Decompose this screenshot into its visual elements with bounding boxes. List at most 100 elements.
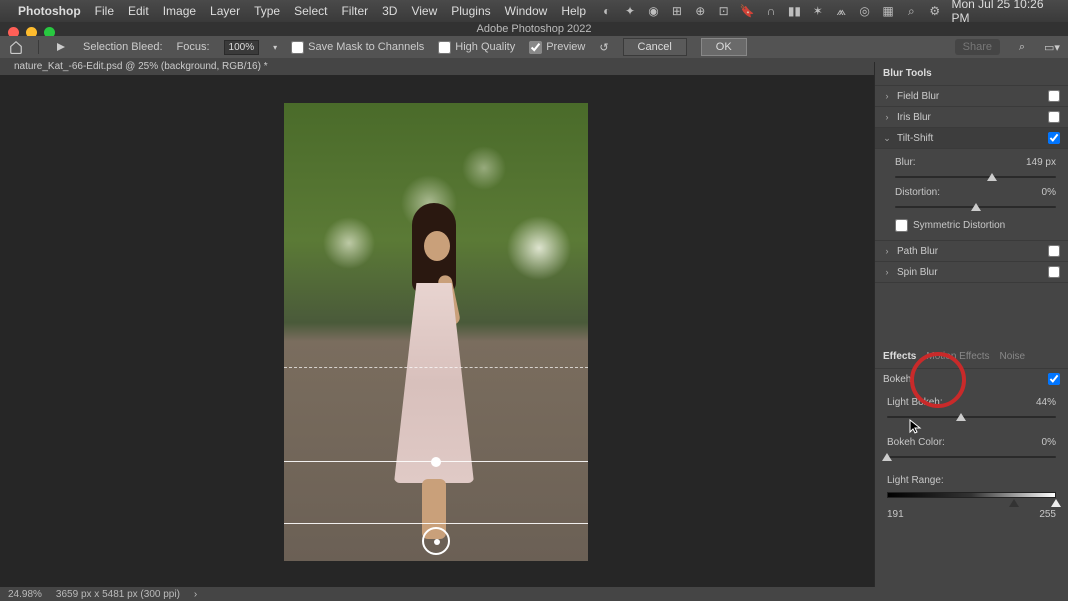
- path-blur-checkbox[interactable]: [1048, 245, 1060, 257]
- tiltshift-pin[interactable]: [422, 527, 450, 555]
- menubar-extra-icon[interactable]: ⊕: [694, 4, 707, 18]
- iris-blur-header[interactable]: › Iris Blur: [875, 107, 1068, 128]
- app-name[interactable]: Photoshop: [18, 4, 81, 18]
- light-bokeh-value[interactable]: 44%: [1036, 397, 1056, 408]
- ok-button[interactable]: OK: [701, 38, 747, 56]
- field-blur-label: Field Blur: [897, 91, 939, 102]
- path-blur-label: Path Blur: [897, 246, 938, 257]
- menubar-extra-icon[interactable]: ◎: [858, 4, 871, 18]
- menubar-extra-icon[interactable]: ⊡: [717, 4, 730, 18]
- menubar-extra-icon[interactable]: ✦: [623, 4, 636, 18]
- wifi-icon[interactable]: ⩕: [835, 4, 848, 18]
- range-max-value[interactable]: 255: [1039, 509, 1056, 520]
- tiltshift-feather-line[interactable]: [284, 367, 588, 368]
- blur-tools-title: Blur Tools: [875, 62, 1068, 86]
- spin-blur-checkbox[interactable]: [1048, 266, 1060, 278]
- tab-motion-effects[interactable]: Motion Effects: [926, 351, 989, 362]
- focus-dropdown-icon[interactable]: ▾: [273, 43, 277, 52]
- menubar-extra-icon[interactable]: ▮▮: [788, 4, 801, 18]
- menu-select[interactable]: Select: [294, 4, 327, 18]
- workspace-icon[interactable]: ▭▾: [1044, 39, 1060, 55]
- search-icon[interactable]: ⌕: [905, 4, 918, 18]
- bokeh-color-value[interactable]: 0%: [1042, 437, 1056, 448]
- document-dimensions: 3659 px x 5481 px (300 ppi): [56, 589, 180, 600]
- zoom-level[interactable]: 24.98%: [8, 589, 42, 600]
- blur-value[interactable]: 149 px: [1026, 157, 1056, 168]
- menu-filter[interactable]: Filter: [341, 4, 368, 18]
- menu-type[interactable]: Type: [254, 4, 280, 18]
- bokeh-color-slider[interactable]: [887, 451, 1056, 463]
- iris-blur-checkbox[interactable]: [1048, 111, 1060, 123]
- tiltshift-focus-line[interactable]: [284, 461, 588, 462]
- menu-file[interactable]: File: [95, 4, 114, 18]
- distortion-slider[interactable]: [895, 201, 1056, 213]
- field-blur-checkbox[interactable]: [1048, 90, 1060, 102]
- menu-image[interactable]: Image: [163, 4, 196, 18]
- document-tab[interactable]: nature_Kat_-66-Edit.psd @ 25% (backgroun…: [14, 61, 268, 72]
- menubar-extra-icon[interactable]: ∩: [764, 4, 777, 18]
- tiltshift-focus-line[interactable]: [284, 523, 588, 524]
- menubar-extra-icon[interactable]: ⊞: [670, 4, 683, 18]
- chevron-right-icon: ›: [883, 112, 891, 122]
- menu-view[interactable]: View: [411, 4, 437, 18]
- control-center-icon[interactable]: ⚙: [928, 4, 941, 18]
- tab-effects[interactable]: Effects: [883, 351, 916, 362]
- menubar-extra-icon[interactable]: ◉: [647, 4, 660, 18]
- symmetric-distortion-checkbox[interactable]: Symmetric Distortion: [895, 219, 1056, 232]
- tab-noise[interactable]: Noise: [1000, 351, 1026, 362]
- spin-blur-header[interactable]: › Spin Blur: [875, 262, 1068, 283]
- tiltshift-rotate-handle[interactable]: [431, 457, 441, 467]
- path-blur-header[interactable]: › Path Blur: [875, 241, 1068, 262]
- menubar-extra-icon[interactable]: ✶: [811, 4, 824, 18]
- distortion-value[interactable]: 0%: [1042, 187, 1056, 198]
- menubar-extra-icon[interactable]: ▦: [881, 4, 894, 18]
- window-title: Adobe Photoshop 2022: [0, 22, 1068, 36]
- blur-slider[interactable]: [895, 171, 1056, 183]
- save-mask-label: Save Mask to Channels: [308, 41, 424, 53]
- photo-subject: [394, 203, 474, 533]
- high-quality-checkbox[interactable]: High Quality: [438, 41, 515, 54]
- preview-label: Preview: [546, 41, 585, 53]
- menu-3d[interactable]: 3D: [382, 4, 397, 18]
- tilt-shift-header[interactable]: ⌄ Tilt-Shift: [875, 128, 1068, 149]
- menu-plugins[interactable]: Plugins: [451, 4, 490, 18]
- menubar-extra-icon[interactable]: 🔖: [740, 4, 754, 18]
- reset-icon[interactable]: ↺: [599, 41, 608, 54]
- focus-label: Focus:: [177, 41, 210, 53]
- selection-bleed-label: Selection Bleed:: [83, 41, 163, 53]
- menu-layer[interactable]: Layer: [210, 4, 240, 18]
- right-panels: Blur Tools › Field Blur › Iris Blur ⌄ Ti…: [874, 62, 1068, 587]
- high-quality-label: High Quality: [455, 41, 515, 53]
- iris-blur-label: Iris Blur: [897, 112, 931, 123]
- light-bokeh-slider[interactable]: [887, 411, 1056, 423]
- bokeh-checkbox[interactable]: [1048, 373, 1060, 385]
- tilt-shift-body: Blur:149 px Distortion:0% Symmetric Dist…: [875, 149, 1068, 241]
- range-min-value[interactable]: 191: [887, 509, 904, 520]
- focus-value[interactable]: 100%: [224, 40, 260, 55]
- search-docs-icon[interactable]: ⌕: [1014, 39, 1030, 55]
- save-mask-checkbox[interactable]: Save Mask to Channels: [291, 41, 424, 54]
- menubar-extra-icon[interactable]: ◐: [600, 4, 613, 18]
- home-icon[interactable]: [8, 39, 24, 55]
- cancel-button[interactable]: Cancel: [623, 38, 687, 56]
- share-button[interactable]: Share: [955, 39, 1000, 55]
- menu-help[interactable]: Help: [561, 4, 586, 18]
- menu-edit[interactable]: Edit: [128, 4, 149, 18]
- menu-window[interactable]: Window: [505, 4, 548, 18]
- range-max-handle[interactable]: [1051, 499, 1061, 507]
- document-image[interactable]: [284, 103, 588, 561]
- tilt-shift-checkbox[interactable]: [1048, 132, 1060, 144]
- effects-tabs: Effects Motion Effects Noise: [875, 345, 1068, 369]
- chevron-right-icon: ›: [883, 267, 891, 277]
- chevron-right-icon: ›: [883, 246, 891, 256]
- tool-preset-icon[interactable]: [53, 39, 69, 55]
- canvas-area[interactable]: [0, 75, 874, 587]
- bokeh-body: Light Bokeh:44% Bokeh Color:0% Light Ran…: [875, 389, 1068, 528]
- range-min-handle[interactable]: [1009, 499, 1019, 507]
- macos-menubar: Photoshop File Edit Image Layer Type Sel…: [0, 0, 1068, 22]
- light-range-slider[interactable]: [887, 489, 1056, 503]
- bokeh-header[interactable]: Bokeh: [875, 369, 1068, 389]
- field-blur-header[interactable]: › Field Blur: [875, 86, 1068, 107]
- preview-checkbox[interactable]: Preview: [529, 41, 585, 54]
- status-chevron-icon[interactable]: ›: [194, 589, 197, 600]
